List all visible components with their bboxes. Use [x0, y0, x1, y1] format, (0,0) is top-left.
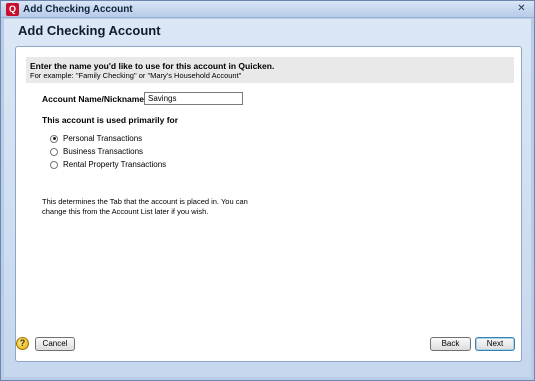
usage-group-label: This account is used primarily for [42, 115, 179, 125]
dialog-content: Add Checking Account Enter the name you'… [4, 19, 531, 377]
instruction-example: For example: "Family Checking" or "Mary'… [30, 71, 242, 80]
radio-label: Business Transactions [63, 147, 144, 156]
tab-placement-note: This determines the Tab that the account… [42, 197, 248, 216]
page-title: Add Checking Account [18, 23, 161, 38]
back-button[interactable]: Back [430, 337, 471, 351]
account-name-input[interactable] [144, 92, 243, 105]
quicken-app-icon: Q [6, 3, 19, 16]
radio-rental-property-transactions[interactable]: Rental Property Transactions [50, 159, 166, 170]
radio-personal-transactions[interactable]: Personal Transactions [50, 133, 142, 144]
help-icon[interactable]: ? [16, 337, 29, 350]
radio-label: Rental Property Transactions [63, 160, 167, 169]
close-icon[interactable]: ✕ [515, 3, 528, 15]
add-checking-account-window: Q Add Checking Account ✕ Add Checking Ac… [0, 0, 535, 381]
radio-button[interactable] [50, 147, 58, 156]
cancel-button[interactable]: Cancel [35, 337, 75, 351]
next-button[interactable]: Next [475, 337, 515, 351]
radio-business-transactions[interactable]: Business Transactions [50, 146, 143, 157]
radio-button[interactable] [50, 134, 58, 143]
instruction-text: Enter the name you'd like to use for thi… [30, 61, 275, 71]
instruction-banner: Enter the name you'd like to use for thi… [26, 57, 514, 83]
title-bar: Q Add Checking Account ✕ [1, 1, 534, 18]
radio-button[interactable] [50, 160, 58, 169]
form-panel: Enter the name you'd like to use for thi… [15, 46, 522, 362]
account-name-label: Account Name/Nickname [42, 94, 145, 104]
window-title: Add Checking Account [23, 4, 133, 15]
radio-label: Personal Transactions [63, 134, 143, 143]
